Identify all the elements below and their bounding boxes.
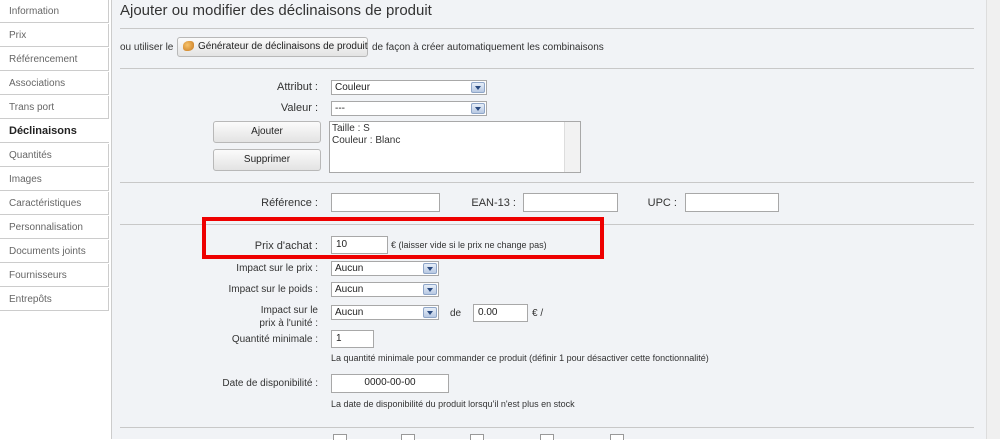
sidebar-item-personnalisation[interactable]: Personnalisation: [0, 216, 109, 239]
product-tabs-sidebar: Information Prix Référencement Associati…: [0, 0, 112, 439]
attribute-label: Attribut :: [277, 81, 318, 93]
sidebar-item-prix[interactable]: Prix: [0, 24, 109, 47]
generator-suffix: de façon à créer automatiquement les com…: [372, 42, 604, 53]
section-divider-4: [120, 427, 974, 428]
sidebar-item-images[interactable]: Images: [0, 168, 109, 191]
generator-button-label: Générateur de déclinaisons de produit: [198, 41, 368, 52]
unit-price-impact-select-value: Aucun: [335, 307, 364, 318]
checkbox[interactable]: [401, 434, 415, 440]
chevron-down-icon: [471, 103, 485, 114]
unit-price-amount-input[interactable]: 0.00: [473, 304, 528, 322]
upc-label: UPC :: [647, 197, 677, 209]
unit-price-impact-label-line2: prix à l'unité :: [259, 318, 318, 329]
section-divider-1: [120, 68, 974, 69]
purchase-price-highlight: [202, 217, 604, 259]
availability-date-hint: La date de disponibilité du produit lors…: [331, 399, 575, 409]
chevron-down-icon: [423, 284, 437, 295]
chevron-down-icon: [471, 82, 485, 93]
list-item[interactable]: Taille : S: [332, 123, 578, 135]
reference-input[interactable]: [331, 193, 440, 212]
attribute-select-value: Couleur: [335, 82, 371, 93]
ean13-input[interactable]: [523, 193, 618, 212]
sidebar-item-entrepots[interactable]: Entrepôts: [0, 288, 109, 311]
min-quantity-label: Quantité minimale :: [231, 334, 318, 345]
generator-prefix: ou utiliser le: [120, 42, 174, 53]
sidebar-item-associations[interactable]: Associations: [0, 72, 109, 95]
availability-date-label: Date de disponibilité :: [222, 378, 318, 389]
page-title: Ajouter ou modifier des déclinaisons de …: [120, 2, 432, 19]
attribute-select[interactable]: Couleur: [331, 80, 487, 95]
checkbox[interactable]: [610, 434, 624, 440]
chevron-down-icon: [423, 307, 437, 318]
weight-impact-label: Impact sur le poids :: [228, 284, 318, 295]
checkbox[interactable]: [470, 434, 484, 440]
price-impact-select[interactable]: Aucun: [331, 261, 439, 276]
value-select-value: ---: [335, 103, 345, 114]
price-impact-label: Impact sur le prix :: [236, 263, 318, 274]
sidebar-item-caracteristiques[interactable]: Caractéristiques: [0, 192, 109, 215]
upc-input[interactable]: [685, 193, 779, 212]
availability-date-input[interactable]: 0000-00-00: [331, 374, 449, 393]
value-label: Valeur :: [280, 102, 318, 114]
sidebar-item-declinaisons[interactable]: Déclinaisons: [0, 120, 109, 143]
sidebar-item-information[interactable]: Information: [0, 0, 109, 23]
page-scrollbar[interactable]: [986, 0, 1000, 439]
sidebar-item-fournisseurs[interactable]: Fournisseurs: [0, 264, 109, 287]
combination-listbox[interactable]: Taille : S Couleur : Blanc: [329, 121, 581, 173]
sidebar-item-documents-joints[interactable]: Documents joints: [0, 240, 109, 263]
add-combination-button[interactable]: Ajouter: [213, 121, 321, 143]
weight-impact-select[interactable]: Aucun: [331, 282, 439, 297]
sidebar-item-referencement[interactable]: Référencement: [0, 48, 109, 71]
value-select[interactable]: ---: [331, 101, 487, 116]
ean13-label: EAN-13 :: [471, 197, 516, 209]
generator-button[interactable]: Générateur de déclinaisons de produit: [177, 37, 368, 57]
unit-price-de-label: de: [450, 308, 462, 319]
sidebar-item-quantites[interactable]: Quantités: [0, 144, 109, 167]
checkbox[interactable]: [333, 434, 347, 440]
sidebar-item-transport[interactable]: Trans port: [0, 96, 109, 119]
section-divider-2: [120, 182, 974, 183]
unit-price-unit: € /: [532, 308, 544, 319]
unit-price-impact-select[interactable]: Aucun: [331, 305, 439, 320]
unit-price-impact-label-line1: Impact sur le: [260, 305, 318, 316]
checkbox[interactable]: [540, 434, 554, 440]
weight-impact-select-value: Aucun: [335, 284, 364, 295]
generator-icon: [183, 41, 194, 52]
title-divider: [120, 28, 974, 29]
price-impact-select-value: Aucun: [335, 263, 364, 274]
min-quantity-input[interactable]: 1: [331, 330, 374, 348]
listbox-scrollbar[interactable]: [564, 122, 580, 172]
remove-combination-button[interactable]: Supprimer: [213, 149, 321, 171]
list-item[interactable]: Couleur : Blanc: [332, 135, 578, 147]
min-quantity-hint: La quantité minimale pour commander ce p…: [331, 353, 709, 363]
chevron-down-icon: [423, 263, 437, 274]
reference-label: Référence :: [261, 197, 318, 209]
